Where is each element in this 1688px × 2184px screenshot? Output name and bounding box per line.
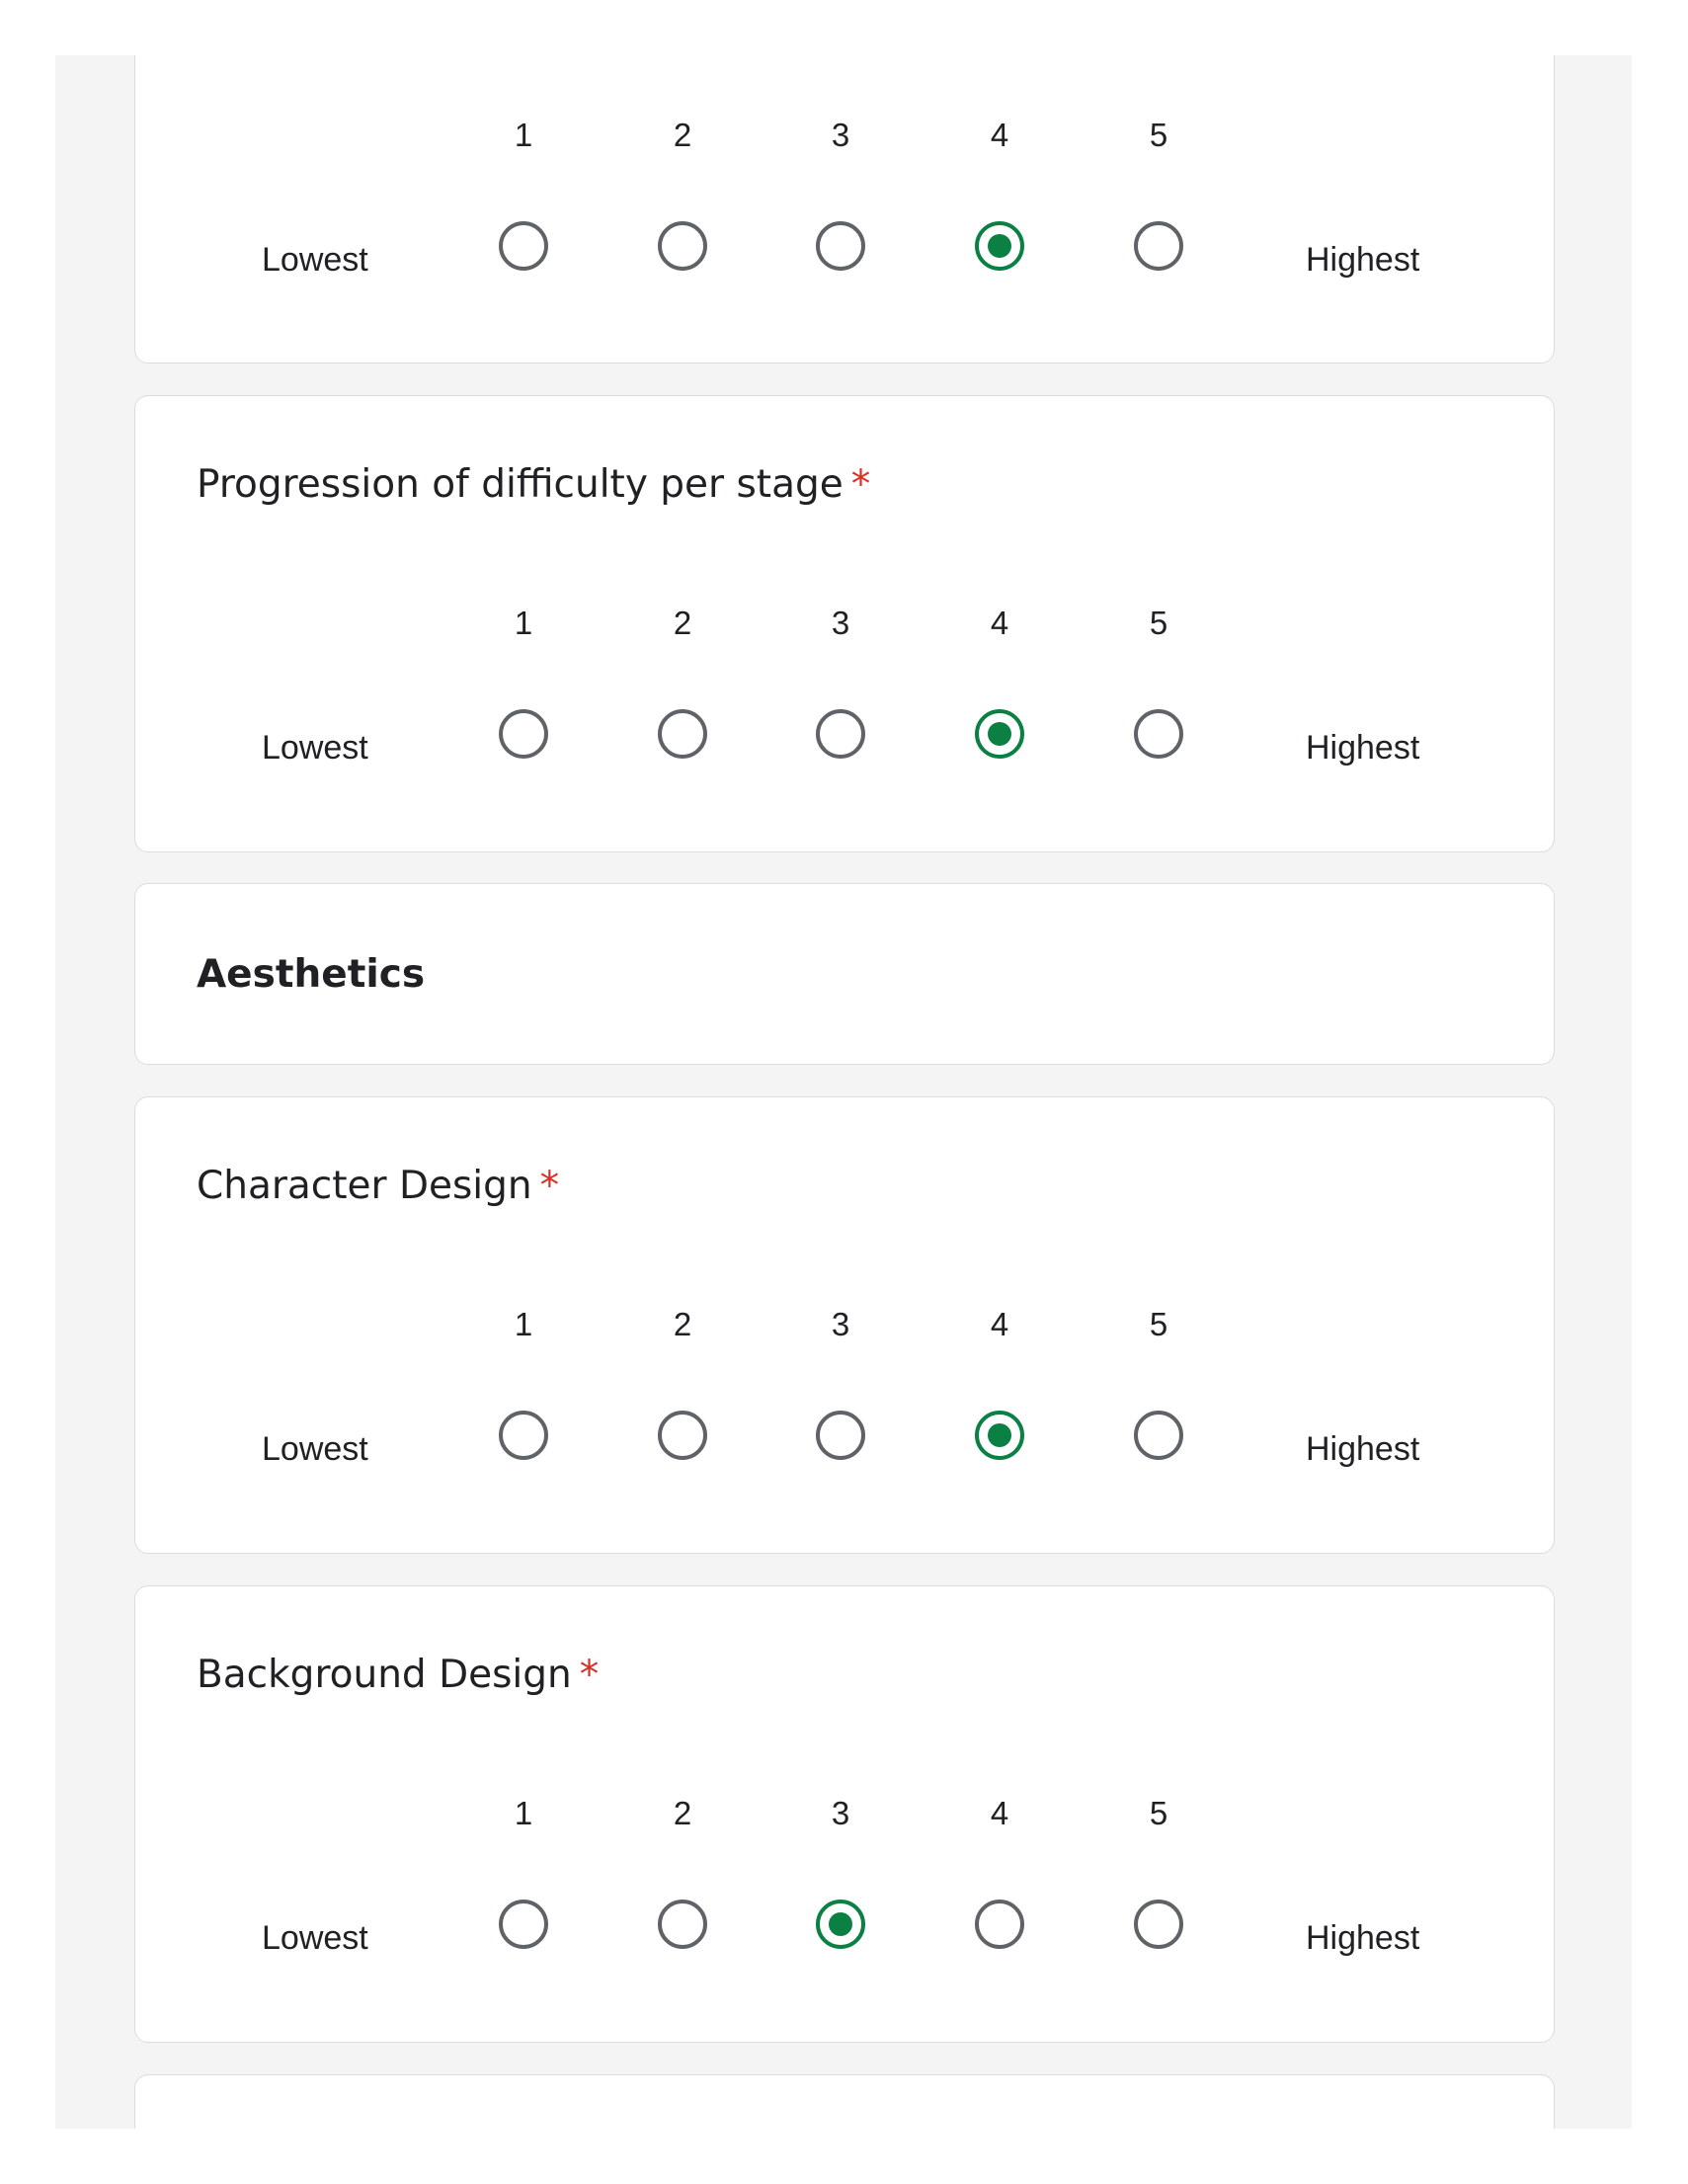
scale-number-2: 2 [673,117,692,153]
scale-number-3: 3 [831,117,850,153]
radio-option-1[interactable] [499,709,548,759]
scale-number-1: 1 [514,1795,533,1831]
scale-number-2: 2 [673,605,692,641]
highest-label: Highest [1306,241,1420,279]
scale-number-2: 2 [673,1306,692,1342]
radio-option-4[interactable] [975,1411,1024,1460]
radio-option-3[interactable] [816,709,865,759]
question-card-character-design: Character Design * 1 2 3 4 5 Lowest Highe… [134,1096,1555,1554]
radio-option-5[interactable] [1134,221,1183,271]
scale-number-4: 4 [990,117,1009,153]
question-card-difficulty-progression: Progression of difficulty per stage * 1 2… [134,395,1555,852]
radio-option-3[interactable] [816,1411,865,1460]
scale-number-5: 5 [1149,117,1168,153]
question-title: Character Design * [197,1164,560,1208]
required-asterisk: * [579,1653,600,1697]
radio-option-4[interactable] [975,221,1024,271]
scale-number-5: 5 [1149,605,1168,641]
radio-option-5[interactable] [1134,1900,1183,1949]
lowest-label: Lowest [262,729,368,767]
section-header-card: Aesthetics [134,883,1555,1065]
question-title: Background Design * [197,1653,600,1697]
scale-number-5: 5 [1149,1306,1168,1342]
highest-label: Highest [1306,729,1420,767]
highest-label: Highest [1306,1919,1420,1957]
scale-number-1: 1 [514,1306,533,1342]
radio-option-3[interactable] [816,221,865,271]
radio-option-3[interactable] [816,1900,865,1949]
scale-number-4: 4 [990,605,1009,641]
lowest-label: Lowest [262,241,368,279]
scale-number-1: 1 [514,605,533,641]
radio-option-1[interactable] [499,1900,548,1949]
question-card-background-design: Background Design * 1 2 3 4 5 Lowest High… [134,1585,1555,2043]
scale-number-4: 4 [990,1306,1009,1342]
question-card-next [134,2074,1555,2129]
scale-number-3: 3 [831,1306,850,1342]
section-title: Aesthetics [197,952,426,997]
scale-number-4: 4 [990,1795,1009,1831]
lowest-label: Lowest [262,1430,368,1468]
radio-option-1[interactable] [499,1411,548,1460]
scale-number-1: 1 [514,117,533,153]
radio-option-2[interactable] [658,221,707,271]
radio-option-5[interactable] [1134,709,1183,759]
highest-label: Highest [1306,1430,1420,1468]
scale-number-3: 3 [831,605,850,641]
radio-option-2[interactable] [658,1411,707,1460]
radio-option-2[interactable] [658,709,707,759]
radio-option-1[interactable] [499,221,548,271]
lowest-label: Lowest [262,1919,368,1957]
radio-option-2[interactable] [658,1900,707,1949]
required-asterisk: * [850,462,871,507]
form-background: 1 2 3 4 5 Lowest Highest Progression of … [55,55,1632,2129]
radio-option-4[interactable] [975,709,1024,759]
scale-number-5: 5 [1149,1795,1168,1831]
required-asterisk: * [539,1164,560,1208]
radio-option-5[interactable] [1134,1411,1183,1460]
question-card-0: 1 2 3 4 5 Lowest Highest [134,55,1555,364]
question-title: Progression of difficulty per stage * [197,462,871,507]
scale-number-3: 3 [831,1795,850,1831]
scale-number-2: 2 [673,1795,692,1831]
radio-option-4[interactable] [975,1900,1024,1949]
